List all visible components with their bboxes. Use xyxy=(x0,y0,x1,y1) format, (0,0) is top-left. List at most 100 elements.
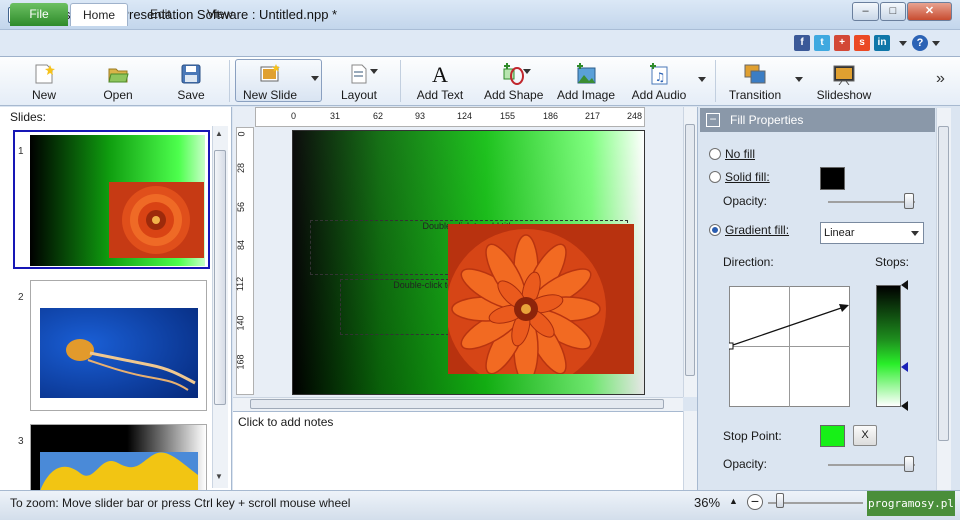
zoom-slider-thumb[interactable] xyxy=(776,493,784,508)
fill-properties-scroll-thumb[interactable] xyxy=(938,126,949,441)
solid-fill-label[interactable]: Solid fill: xyxy=(725,170,770,184)
ruler-tick: 84 xyxy=(236,239,247,251)
scroll-down-icon[interactable]: ▼ xyxy=(215,472,223,481)
ruler-tick: 186 xyxy=(543,111,559,121)
collapse-icon[interactable]: − xyxy=(706,113,720,127)
slides-label: Slides: xyxy=(10,110,47,124)
open-button[interactable]: Open xyxy=(92,57,144,105)
toolbar-more-icon[interactable]: » xyxy=(936,70,945,88)
slide-thumbnail-1[interactable] xyxy=(13,130,210,269)
stop-opacity-label: Opacity: xyxy=(723,457,768,471)
social-dropdown-icon[interactable] xyxy=(899,41,907,46)
transition-button[interactable]: Transition xyxy=(726,57,784,105)
audio-icon: ♫ xyxy=(650,63,668,85)
new-slide-dropdown-icon[interactable] xyxy=(311,76,319,81)
stop-marker-selected-icon[interactable] xyxy=(901,362,908,372)
gradient-direction-editor[interactable] xyxy=(729,286,851,408)
gradient-type-select[interactable]: Linear xyxy=(820,222,924,244)
new-slide-button[interactable]: New Slide xyxy=(240,57,300,105)
facebook-icon[interactable]: f xyxy=(794,35,810,51)
watermark-logo: programosy.pl xyxy=(867,491,955,516)
opacity-slider-thumb[interactable] xyxy=(904,193,914,209)
stops-label: Stops: xyxy=(875,255,910,269)
gradient-fill-label[interactable]: Gradient fill: xyxy=(725,223,789,237)
toolbar-separator xyxy=(229,60,230,102)
zoom-out-icon[interactable]: − xyxy=(747,494,763,510)
solid-fill-radio[interactable] xyxy=(709,171,721,183)
tulips-image-thumb xyxy=(40,452,198,491)
linkedin-icon[interactable]: in xyxy=(874,35,890,51)
gradient-type-value: Linear xyxy=(824,227,855,239)
toolbar-separator xyxy=(715,60,716,102)
image-icon xyxy=(577,63,596,84)
gradient-type-dropdown-icon[interactable] xyxy=(911,231,919,236)
opacity-slider-track[interactable] xyxy=(828,201,915,203)
stop-opacity-slider-thumb[interactable] xyxy=(904,456,914,472)
canvas-hscroll-thumb[interactable] xyxy=(250,399,664,409)
notes-scrollbar[interactable] xyxy=(683,411,697,490)
help-dropdown-icon[interactable] xyxy=(932,41,940,46)
jellyfish-image-thumb xyxy=(40,308,198,398)
opacity-label: Opacity: xyxy=(723,194,768,208)
add-shape-dropdown-icon[interactable] xyxy=(523,69,531,74)
help-icon[interactable]: ? xyxy=(912,35,928,51)
google-plus-icon[interactable]: + xyxy=(834,35,850,51)
stop-point-color-swatch[interactable] xyxy=(820,425,845,447)
ruler-tick: 112 xyxy=(235,276,246,292)
tab-view[interactable]: View xyxy=(193,3,247,26)
gradient-fill-radio[interactable] xyxy=(709,224,721,236)
tab-file[interactable]: File xyxy=(10,3,68,26)
save-button[interactable]: Save xyxy=(165,57,217,105)
new-slide-icon xyxy=(260,64,280,82)
svg-text:A: A xyxy=(432,63,448,85)
ruler-tick: 28 xyxy=(236,162,247,174)
zoom-dropdown-icon[interactable]: ▲ xyxy=(729,496,738,506)
flower-image[interactable] xyxy=(448,224,634,374)
svg-text:♫: ♫ xyxy=(655,70,666,84)
add-image-button[interactable]: Add Image xyxy=(556,57,616,105)
toolbar-overflow-dropdown-icon[interactable] xyxy=(698,77,706,82)
maximize-button[interactable]: □ xyxy=(880,2,906,21)
open-folder-icon xyxy=(108,68,129,83)
ruler-tick: 155 xyxy=(500,111,516,121)
stop-marker-icon[interactable] xyxy=(901,280,908,290)
no-fill-label[interactable]: No fill xyxy=(725,147,755,161)
canvas-vscroll-thumb[interactable] xyxy=(685,124,695,376)
layout-button[interactable]: Layout xyxy=(333,57,385,105)
stop-opacity-slider-track[interactable] xyxy=(828,464,915,466)
solid-color-swatch[interactable] xyxy=(820,167,845,190)
add-text-button[interactable]: A Add Text xyxy=(412,57,468,105)
new-button[interactable]: New xyxy=(18,57,70,105)
ruler-tick: 217 xyxy=(585,111,601,121)
status-text: To zoom: Move slider bar or press Ctrl k… xyxy=(10,496,351,510)
scroll-up-icon[interactable]: ▲ xyxy=(215,129,223,138)
stop-marker-icon[interactable] xyxy=(901,401,908,411)
flower-image-thumb xyxy=(109,182,204,258)
zoom-level: 36% xyxy=(694,495,721,510)
ruler-tick: 0 xyxy=(291,111,297,121)
minimize-button[interactable]: – xyxy=(852,2,879,21)
layout-dropdown-icon[interactable] xyxy=(370,69,378,74)
twitter-icon[interactable]: t xyxy=(814,35,830,51)
gradient-stops-bar[interactable] xyxy=(876,285,901,407)
slide-thumbnail-2[interactable] xyxy=(30,280,207,411)
slideshow-icon xyxy=(833,65,855,85)
slideshow-button[interactable]: Slideshow xyxy=(815,57,873,105)
ruler-tick: 140 xyxy=(235,315,246,331)
shape-icon xyxy=(503,63,524,85)
slides-scroll-thumb[interactable] xyxy=(214,150,226,405)
add-shape-button[interactable]: Add Shape xyxy=(484,57,543,105)
tab-home[interactable]: Home xyxy=(70,3,128,26)
transition-dropdown-icon[interactable] xyxy=(795,77,803,82)
remove-stop-button[interactable]: X xyxy=(853,425,877,446)
tab-edit[interactable]: Edit xyxy=(136,3,185,26)
direction-label: Direction: xyxy=(723,255,774,269)
transition-icon xyxy=(744,64,766,84)
slide-thumbnail-3[interactable] xyxy=(30,424,207,491)
no-fill-radio[interactable] xyxy=(709,148,721,160)
stumbleupon-icon[interactable]: s xyxy=(854,35,870,51)
new-document-icon xyxy=(35,64,55,84)
add-audio-button[interactable]: ♫ Add Audio xyxy=(630,57,688,105)
close-button[interactable]: ✕ xyxy=(907,2,952,21)
slide-thumb-number: 2 xyxy=(18,292,24,303)
